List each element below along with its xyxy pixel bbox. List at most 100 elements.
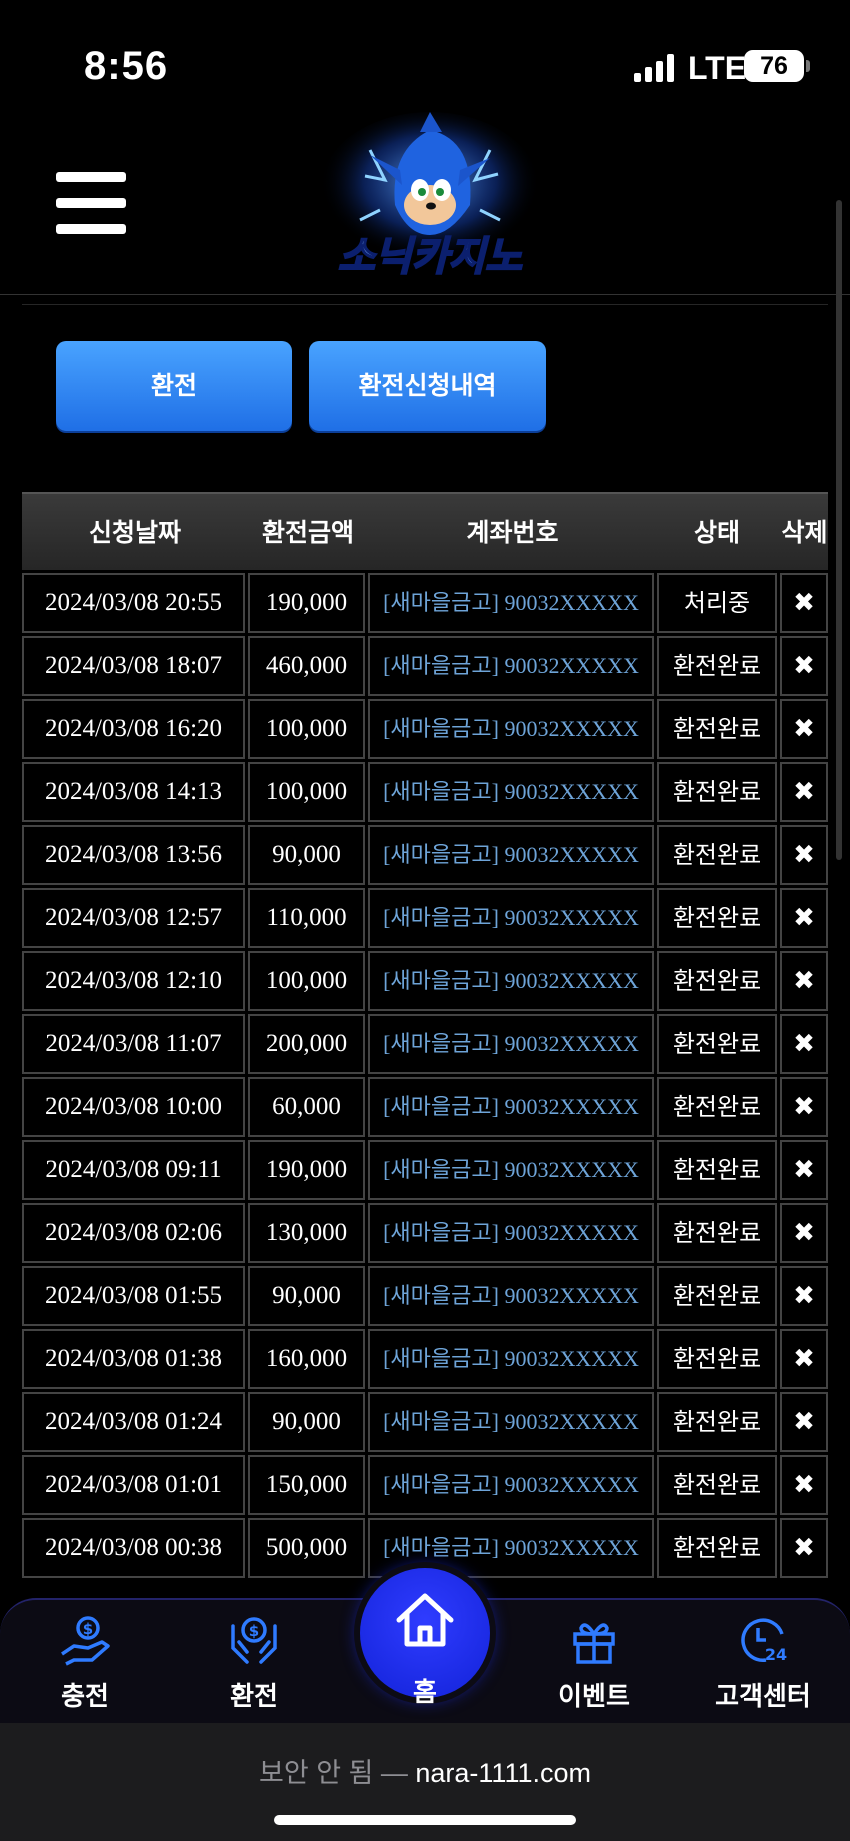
delete-icon[interactable]: ✖ — [780, 699, 828, 759]
nav-charge[interactable]: $ 충전 — [10, 1600, 160, 1725]
table-row: 2024/03/08 18:07 460,000 [새마을금고] 90032XXXX… — [22, 633, 828, 696]
cell-amount: 100,000 — [248, 699, 365, 759]
cell-status: 환전완료 — [657, 1203, 777, 1263]
delete-icon[interactable]: ✖ — [780, 1203, 828, 1263]
delete-icon[interactable]: ✖ — [780, 1329, 828, 1389]
url-host: nara-1111.com — [415, 1758, 591, 1788]
cell-account: [새마을금고] 90032XXXXX — [368, 1392, 654, 1452]
cell-account: [새마을금고] 90032XXXXX — [368, 762, 654, 822]
cell-date: 2024/03/08 12:57 — [22, 888, 245, 948]
cell-date: 2024/03/08 09:11 — [22, 1140, 245, 1200]
site-logo[interactable]: 소닉카지노 — [300, 110, 560, 290]
delete-icon[interactable]: ✖ — [780, 1518, 828, 1578]
svg-text:$: $ — [83, 1620, 93, 1638]
cell-status: 환전완료 — [657, 1329, 777, 1389]
table-row: 2024/03/08 16:20 100,000 [새마을금고] 90032XXXX… — [22, 696, 828, 759]
delete-icon[interactable]: ✖ — [780, 573, 828, 633]
hamburger-menu-icon[interactable] — [56, 172, 126, 234]
cell-account: [새마을금고] 90032XXXXX — [368, 888, 654, 948]
delete-icon[interactable]: ✖ — [780, 1077, 828, 1137]
table-body: 2024/03/08 20:55 190,000 [새마을금고] 90032XXXX… — [22, 570, 828, 1578]
cell-amount: 460,000 — [248, 636, 365, 696]
column-header-date: 신청날짜 — [88, 518, 181, 547]
cell-account: [새마을금고] 90032XXXXX — [368, 951, 654, 1011]
delete-icon[interactable]: ✖ — [780, 1014, 828, 1074]
cell-date: 2024/03/08 01:24 — [22, 1392, 245, 1452]
cell-account: [새마을금고] 90032XXXXX — [368, 1014, 654, 1074]
cell-date: 2024/03/08 01:55 — [22, 1266, 245, 1326]
gift-icon — [573, 1623, 615, 1664]
nav-support-label: 고객센터 — [715, 1682, 811, 1712]
cell-amount: 200,000 — [248, 1014, 365, 1074]
delete-icon[interactable]: ✖ — [780, 951, 828, 1011]
table-row: 2024/03/08 11:07 200,000 [새마을금고] 90032XXXX… — [22, 1011, 828, 1074]
table-row: 2024/03/08 09:11 190,000 [새마을금고] 90032XXXX… — [22, 1137, 828, 1200]
delete-icon[interactable]: ✖ — [780, 1455, 828, 1515]
cell-status: 환전완료 — [657, 1077, 777, 1137]
content-divider — [22, 304, 828, 305]
battery-icon: 76 — [744, 50, 804, 82]
cell-account: [새마을금고] 90032XXXXX — [368, 636, 654, 696]
nav-event[interactable]: 이벤트 — [519, 1600, 669, 1725]
cell-account: [새마을금고] 90032XXXXX — [368, 1077, 654, 1137]
nav-support[interactable]: 24 고객센터 — [688, 1600, 838, 1725]
withdraw-history-table: 신청날짜 환전금액 계좌번호 상태 삭제 2024/03/08 20:55 190… — [22, 492, 828, 1578]
url-field[interactable]: 보안 안 됨 — nara-1111.com — [0, 1751, 850, 1790]
delete-icon[interactable]: ✖ — [780, 1140, 828, 1200]
nav-withdraw[interactable]: $ 환전 — [179, 1600, 329, 1725]
home-indicator[interactable] — [274, 1815, 576, 1825]
table-row: 2024/03/08 10:00 60,000 [새마을금고] 90032XXXXX… — [22, 1074, 828, 1137]
cell-date: 2024/03/08 11:07 — [22, 1014, 245, 1074]
home-icon — [396, 1593, 454, 1647]
cell-status: 환전완료 — [657, 762, 777, 822]
table-row: 2024/03/08 13:56 90,000 [새마을금고] 90032XXXXX… — [22, 822, 828, 885]
cell-status: 환전완료 — [657, 1455, 777, 1515]
cell-account: [새마을금고] 90032XXXXX — [368, 1203, 654, 1263]
cell-date: 2024/03/08 00:38 — [22, 1518, 245, 1578]
nav-event-label: 이벤트 — [558, 1682, 630, 1712]
table-row: 2024/03/08 01:55 90,000 [새마을금고] 90032XXXXX… — [22, 1263, 828, 1326]
nav-home-button[interactable]: 홈 — [360, 1568, 490, 1708]
cell-account: [새마을금고] 90032XXXXX — [368, 1266, 654, 1326]
column-header-account: 계좌번호 — [466, 518, 559, 547]
cell-amount: 500,000 — [248, 1518, 365, 1578]
cell-date: 2024/03/08 01:38 — [22, 1329, 245, 1389]
withdraw-history-button[interactable]: 환전신청내역 — [309, 341, 546, 431]
column-header-amount: 환전금액 — [261, 518, 354, 547]
table-row: 2024/03/08 01:01 150,000 [새마을금고] 90032XXXX… — [22, 1452, 828, 1515]
delete-icon[interactable]: ✖ — [780, 825, 828, 885]
cell-status: 환전완료 — [657, 1140, 777, 1200]
cell-date: 2024/03/08 10:00 — [22, 1077, 245, 1137]
delete-icon[interactable]: ✖ — [780, 1392, 828, 1452]
cell-amount: 90,000 — [248, 1392, 365, 1452]
table-row: 2024/03/08 01:24 90,000 [새마을금고] 90032XXXXX… — [22, 1389, 828, 1452]
cell-account: [새마을금고] 90032XXXXX — [368, 699, 654, 759]
column-header-delete: 삭제 — [781, 518, 828, 547]
hand-coin-icon: $ — [61, 1616, 110, 1666]
cell-amount: 160,000 — [248, 1329, 365, 1389]
cell-status: 처리중 — [657, 573, 777, 633]
cell-date: 2024/03/08 16:20 — [22, 699, 245, 759]
cell-account: [새마을금고] 90032XXXXX — [368, 825, 654, 885]
cell-status: 환전완료 — [657, 951, 777, 1011]
cell-account: [새마을금고] 90032XXXXX — [368, 1140, 654, 1200]
cell-status: 환전완료 — [657, 1392, 777, 1452]
signal-icon — [634, 54, 674, 82]
nav-charge-label: 충전 — [61, 1682, 109, 1712]
cell-status: 환전완료 — [657, 1014, 777, 1074]
battery-tip — [806, 60, 810, 72]
cell-amount: 130,000 — [248, 1203, 365, 1263]
browser-address-bar: 보안 안 됨 — nara-1111.com — [0, 1723, 850, 1841]
support-24-icon: 24 — [741, 1618, 787, 1664]
withdraw-button[interactable]: 환전 — [56, 341, 292, 431]
svg-text:$: $ — [249, 1622, 259, 1640]
nav-home-label: 홈 — [413, 1678, 437, 1708]
cell-date: 2024/03/08 18:07 — [22, 636, 245, 696]
delete-icon[interactable]: ✖ — [780, 636, 828, 696]
security-warning: 보안 안 됨 — — [259, 1758, 416, 1788]
scrollbar[interactable] — [836, 200, 842, 860]
delete-icon[interactable]: ✖ — [780, 762, 828, 822]
delete-icon[interactable]: ✖ — [780, 888, 828, 948]
delete-icon[interactable]: ✖ — [780, 1266, 828, 1326]
hands-dollar-icon: $ — [231, 1617, 277, 1664]
